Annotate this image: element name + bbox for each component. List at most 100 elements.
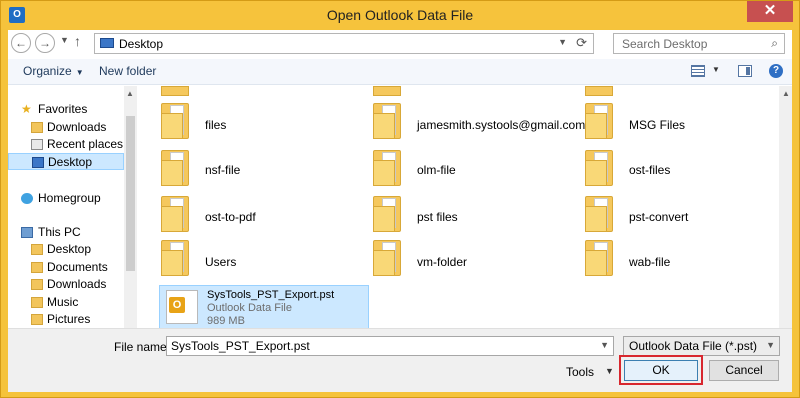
search-icon[interactable]: ⌕ (771, 36, 778, 51)
dialog-footer: File name: SysTools_PST_Export.pst ▼ Out… (8, 328, 792, 392)
desktop-icon (100, 38, 114, 48)
outlook-data-file-icon: O (166, 290, 198, 324)
view-options-dropdown-icon[interactable]: ▼ (712, 65, 720, 74)
nav-item-pc-downloads[interactable]: Downloads (8, 276, 124, 293)
address-row: ← → ▼ ↑ Desktop ▼ ⟳ Search Desktop ⌕ (8, 30, 792, 56)
file-item[interactable]: pst files (373, 194, 573, 236)
nav-item-homegroup[interactable]: Homegroup (8, 190, 124, 207)
star-icon: ★ (21, 102, 32, 116)
file-item[interactable]: ost-files (585, 148, 775, 190)
folder-icon (161, 148, 189, 186)
file-item[interactable]: MSG Files (585, 101, 775, 143)
file-type-select[interactable]: Outlook Data File (*.pst) ▼ (623, 336, 780, 356)
file-item[interactable]: pst-convert (585, 194, 775, 236)
folder-icon (373, 194, 401, 232)
nav-item-downloads[interactable]: Downloads (8, 119, 124, 136)
nav-item-pictures[interactable]: Pictures (8, 311, 124, 328)
selected-file-type: Outlook Data File (207, 302, 292, 314)
file-type-value: Outlook Data File (*.pst) (629, 339, 758, 353)
organize-label: Organize (23, 64, 72, 78)
file-item[interactable]: vm-folder (373, 238, 573, 280)
downloads-folder-icon (31, 279, 43, 290)
selected-pst-file[interactable]: O SysTools_PST_Export.pst Outlook Data F… (159, 285, 369, 329)
window-title: Open Outlook Data File (326, 7, 474, 23)
this-pc-icon (21, 227, 33, 238)
folder-icon (373, 148, 401, 186)
folder-icon (161, 101, 189, 139)
search-placeholder: Search Desktop (622, 37, 708, 51)
desktop-folder-icon (31, 244, 43, 255)
nav-item-music[interactable]: Music (8, 294, 124, 311)
scroll-thumb[interactable] (126, 116, 135, 271)
ok-button[interactable]: OK (624, 360, 698, 381)
file-name: jamesmith.systools@gmail.com.ost (417, 118, 605, 132)
navigation-pane: ★ Favorites Downloads Recent places Deskt… (8, 86, 137, 356)
folder-icon (585, 238, 613, 276)
chevron-down-icon: ▼ (75, 68, 84, 77)
organize-button[interactable]: Organize ▼ (23, 64, 84, 78)
file-name-value: SysTools_PST_Export.pst (171, 339, 310, 353)
recent-locations-dropdown-icon[interactable]: ▼ (60, 35, 69, 45)
change-view-icon[interactable] (691, 65, 705, 77)
file-name: MSG Files (629, 118, 686, 132)
pictures-folder-icon (31, 314, 43, 325)
nav-item-pc-desktop[interactable]: Desktop (8, 241, 124, 258)
recent-places-icon (31, 139, 43, 150)
file-name: files (205, 118, 227, 132)
file-name: Users (205, 255, 237, 269)
selected-file-size: 989 MB (207, 315, 245, 327)
preview-pane-icon[interactable] (738, 65, 752, 77)
refresh-icon[interactable]: ⟳ (576, 35, 587, 51)
nav-item-documents[interactable]: Documents (8, 259, 124, 276)
file-item[interactable]: jamesmith.systools@gmail.com.ost (373, 101, 605, 143)
back-button[interactable]: ← (11, 33, 31, 53)
file-list-view: files jamesmith.systools@gmail.com.ost M… (138, 86, 792, 356)
help-icon[interactable]: ? (769, 64, 783, 78)
nav-item-recent-places[interactable]: Recent places (8, 136, 124, 153)
partial-folder-icon (585, 86, 613, 96)
file-name: wab-file (629, 255, 671, 269)
file-item[interactable]: Users (161, 238, 361, 280)
file-name-input[interactable]: SysTools_PST_Export.pst ▼ (166, 336, 614, 356)
file-item[interactable]: files (161, 101, 361, 143)
file-view-scrollbar[interactable]: ▲ ▼ (779, 86, 792, 356)
scroll-up-icon[interactable]: ▲ (782, 89, 790, 98)
file-item[interactable]: wab-file (585, 238, 775, 280)
scroll-up-icon[interactable]: ▲ (126, 89, 134, 98)
address-dropdown-icon[interactable]: ▼ (558, 37, 567, 47)
file-name-label: File name: (114, 340, 171, 354)
chevron-down-icon[interactable]: ▼ (600, 340, 609, 350)
music-folder-icon (31, 297, 43, 308)
nav-item-desktop[interactable]: Desktop (8, 153, 124, 170)
homegroup-icon (21, 193, 33, 204)
up-button[interactable]: ↑ (74, 33, 81, 49)
cancel-button[interactable]: Cancel (709, 360, 779, 381)
open-file-dialog: O Open Outlook Data File ✕ ← → ▼ ↑ Deskt… (0, 0, 800, 398)
partial-folder-icon (373, 86, 401, 96)
new-folder-button[interactable]: New folder (99, 64, 156, 78)
file-name: vm-folder (417, 255, 468, 269)
file-name: olm-file (417, 163, 456, 177)
selected-file-name: SysTools_PST_Export.pst (207, 289, 335, 301)
chevron-down-icon: ▼ (766, 340, 775, 350)
file-item[interactable]: ost-to-pdf (161, 194, 361, 236)
documents-folder-icon (31, 262, 43, 273)
folder-icon (585, 101, 613, 139)
folder-icon (161, 238, 189, 276)
title-bar: O Open Outlook Data File ✕ (1, 1, 799, 29)
tools-button[interactable]: Tools (566, 365, 594, 379)
forward-button[interactable]: → (35, 33, 55, 53)
dialog-client-area: ← → ▼ ↑ Desktop ▼ ⟳ Search Desktop ⌕ Org… (8, 30, 792, 392)
file-item[interactable]: nsf-file (161, 148, 361, 190)
nav-item-this-pc[interactable]: This PC (8, 224, 124, 241)
tools-dropdown-icon[interactable]: ▼ (605, 366, 614, 376)
address-bar[interactable]: Desktop ▼ ⟳ (94, 33, 594, 54)
desktop-icon (32, 157, 44, 168)
nav-pane-scrollbar[interactable]: ▲ ▼ (124, 86, 137, 356)
nav-item-favorites[interactable]: ★ Favorites (8, 101, 124, 118)
file-name: nsf-file (205, 163, 241, 177)
folder-icon (585, 148, 613, 186)
close-button[interactable]: ✕ (747, 1, 793, 22)
search-input[interactable]: Search Desktop ⌕ (613, 33, 785, 54)
file-item[interactable]: olm-file (373, 148, 573, 190)
